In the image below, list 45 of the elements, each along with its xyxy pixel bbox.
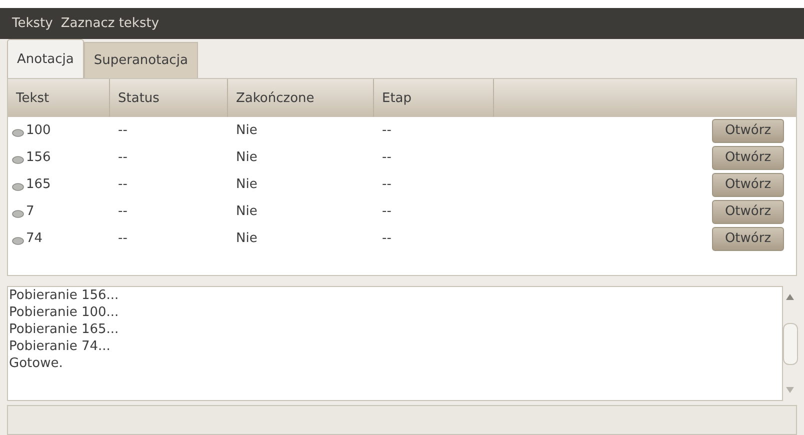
table-cell: -- — [382, 231, 392, 246]
table-cell: 165 — [26, 177, 51, 192]
table-cell: Nie — [236, 231, 258, 246]
table-cell: Nie — [236, 177, 258, 192]
disc-icon — [12, 236, 24, 245]
table-cell: -- — [118, 150, 128, 166]
log-line: Gotowe. — [9, 354, 64, 372]
column-header[interactable]: Status — [110, 79, 228, 118]
open-button[interactable]: Otwórz — [712, 146, 784, 170]
table-cell: Nie — [236, 204, 258, 220]
tab[interactable]: Anotacja — [7, 39, 84, 78]
table-cell: 74 — [26, 231, 43, 246]
table-cell: -- — [382, 204, 392, 220]
log-line: Pobieranie 74... — [9, 338, 112, 355]
tab[interactable]: Superanotacja — [84, 42, 198, 78]
down-arrow-icon[interactable] — [786, 387, 794, 394]
table-cell: 7 — [26, 204, 34, 220]
table-cell: 156 — [26, 150, 51, 166]
column-header[interactable]: Etap — [374, 79, 494, 118]
disc-icon — [12, 182, 24, 191]
disc-icon — [12, 156, 24, 164]
table-cell: -- — [118, 231, 128, 246]
table-cell: Nie — [236, 150, 258, 166]
table-cell: -- — [382, 123, 392, 138]
column-header[interactable]: Zakończone — [228, 79, 374, 118]
table-cell: 100 — [26, 123, 51, 138]
log-line: Pobieranie 156... — [9, 286, 120, 304]
table-cell: -- — [382, 177, 392, 192]
disc-icon — [12, 128, 24, 137]
menu-item[interactable]: Zaznacz teksty — [60, 16, 160, 32]
table-cell: -- — [118, 123, 128, 138]
open-button[interactable]: Otwórz — [712, 172, 784, 197]
table-cell: -- — [382, 150, 392, 166]
table-cell: Nie — [236, 123, 258, 138]
column-header[interactable]: Tekst — [8, 79, 110, 118]
up-arrow-icon[interactable] — [786, 294, 794, 300]
disc-icon — [12, 210, 24, 218]
open-button[interactable]: Otwórz — [712, 226, 784, 251]
open-button[interactable]: Otwórz — [712, 118, 784, 143]
log-line: Pobieranie 100... — [9, 304, 120, 321]
table-cell: -- — [118, 177, 128, 192]
open-button[interactable]: Otwórz — [712, 200, 784, 224]
table-cell: -- — [118, 204, 128, 220]
log-line: Pobieranie 165... — [9, 320, 120, 338]
menu-item[interactable]: Teksty — [12, 16, 53, 32]
